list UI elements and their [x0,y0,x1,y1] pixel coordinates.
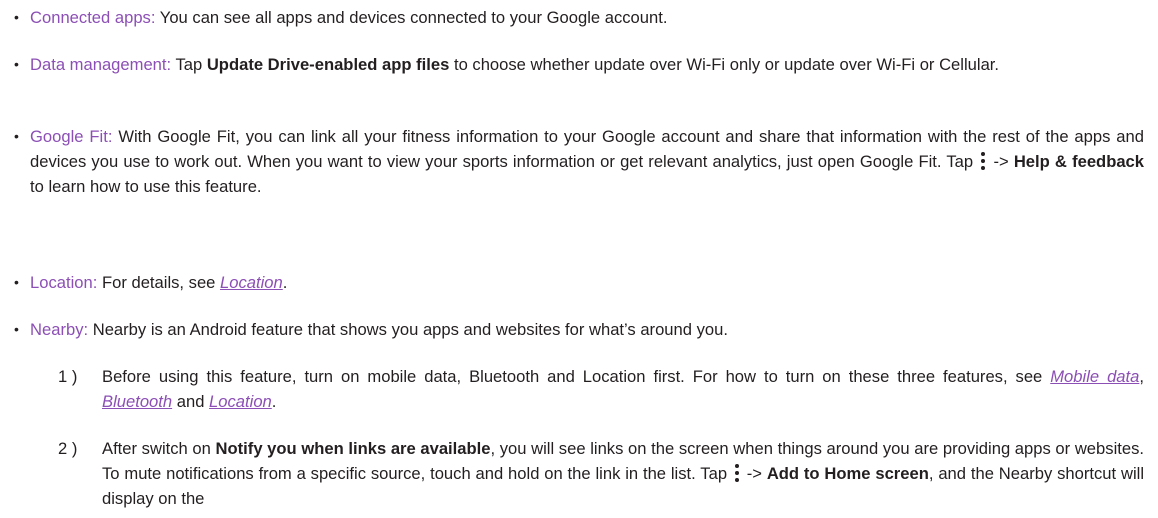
setting-name: Add to Home screen [766,464,929,483]
mobile-data-link[interactable]: Mobile data [1050,367,1139,386]
period: . [271,392,277,411]
list-item-nearby: • Nearby: Nearby is an Android feature t… [14,317,1144,342]
description: With Google Fit, you can link all your f… [30,127,1144,171]
list-item-data-management: • Data management: Tap Update Drive-enab… [14,52,1144,77]
more-vert-icon [732,462,742,484]
arrow-text: -> [741,464,767,483]
description: to learn how to use this feature. [30,177,262,196]
term-connected-apps: Connected apps: [30,8,156,27]
term-location: Location: [30,273,98,292]
description: You can see all apps and devices connect… [155,8,668,27]
bullet-icon: • [14,128,19,144]
step-text: Before using this feature, turn on mobil… [102,367,1051,386]
step-number: 1 ) [58,367,78,386]
location-link[interactable]: Location [220,273,283,292]
setting-name: Update Drive-enabled app files [206,55,450,74]
bullet-icon: • [14,56,19,72]
step-text: After switch on [102,439,216,458]
bluetooth-link[interactable]: Bluetooth [102,392,172,411]
description: Nearby is an Android feature that shows … [88,320,728,339]
arrow-text: -> [988,152,1014,171]
location-link[interactable]: Location [209,392,272,411]
step-number: 2 ) [58,439,78,458]
setting-name: Help & feedback [1013,152,1145,171]
separator: and [172,392,210,411]
step-2: 2 ) After switch on Notify you when link… [58,436,1144,511]
list-item-location: • Location: For details, see Location. [14,270,1144,295]
step-1: 1 ) Before using this feature, turn on m… [58,364,1144,414]
bullet-icon: • [14,321,19,337]
description: Tap [171,55,207,74]
term-google-fit: Google Fit: [30,127,113,146]
list-item-connected-apps: • Connected apps: You can see all apps a… [14,5,1144,30]
settings-help-page: • Connected apps: You can see all apps a… [0,0,1158,518]
term-data-management: Data management: [30,55,172,74]
list-item-google-fit: • Google Fit: With Google Fit, you can l… [14,124,1144,199]
separator: , [1139,367,1144,386]
bullet-icon: • [14,274,19,290]
description: to choose whether update over Wi-Fi only… [449,55,1000,74]
setting-name: Notify you when links are available [215,439,491,458]
period: . [282,273,288,292]
more-vert-icon [978,150,988,172]
term-nearby: Nearby: [30,320,89,339]
bullet-icon: • [14,9,19,25]
description: For details, see [97,273,221,292]
